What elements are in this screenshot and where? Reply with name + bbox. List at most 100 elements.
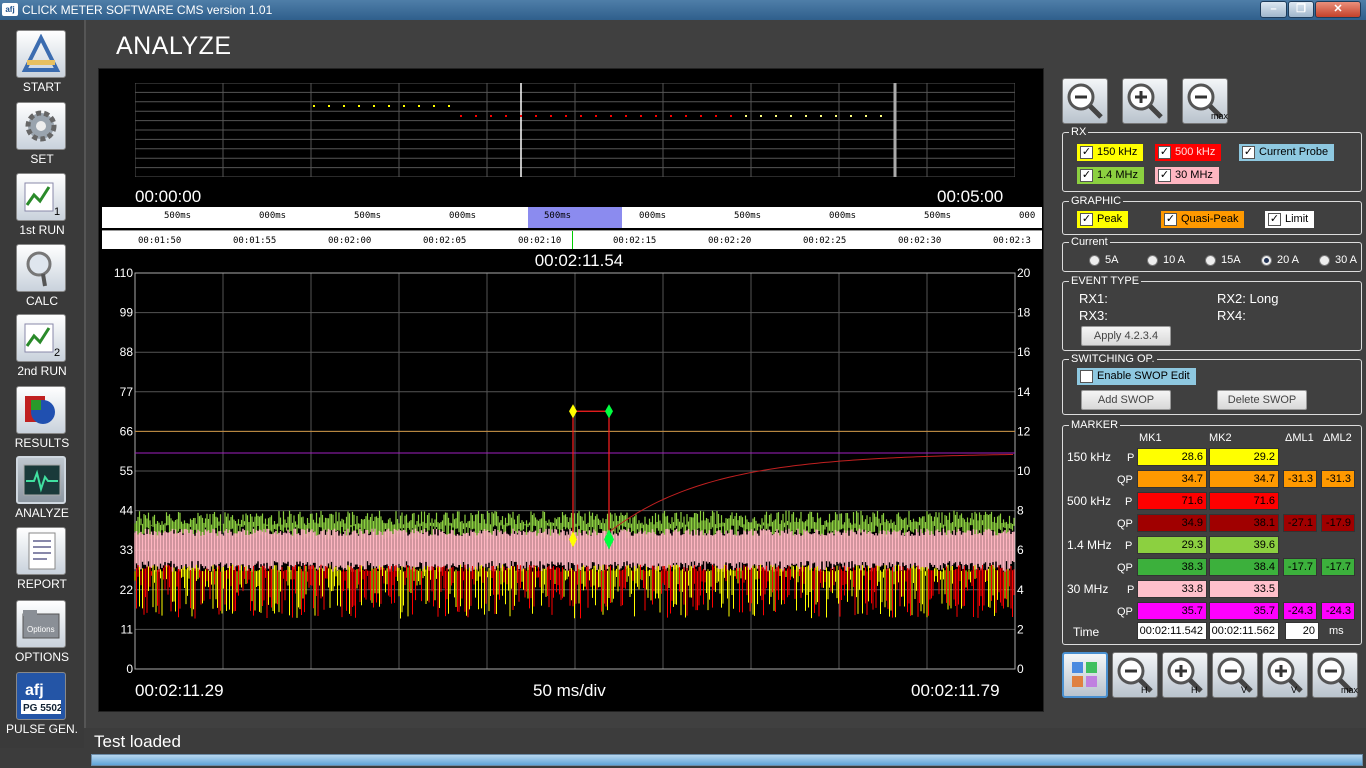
- palette-button[interactable]: [1062, 652, 1108, 698]
- marker-qp-mk2[interactable]: 35.7: [1209, 602, 1279, 620]
- overview-dot: [670, 115, 672, 117]
- marker-p-mk2[interactable]: 29.2: [1209, 448, 1279, 466]
- rx-1-4mhz-checkbox[interactable]: ✓ 1.4 MHz: [1077, 167, 1144, 184]
- rx-150khz-checkbox[interactable]: ✓ 150 kHz: [1077, 144, 1144, 161]
- zoom-out-h-button[interactable]: H: [1112, 652, 1158, 698]
- zoom-in-h-button[interactable]: H: [1162, 652, 1208, 698]
- time-ruler-label: 00:02:15: [613, 236, 657, 246]
- graphic-group: GRAPHIC ✓ Peak ✓ Quasi-Peak ✓ Limit: [1062, 195, 1362, 235]
- nav-start[interactable]: START: [0, 20, 84, 94]
- nav-pulse-gen[interactable]: afj PG 5502 PULSE GEN.: [0, 662, 84, 736]
- marker-time-mk1[interactable]: 00:02:11.542: [1137, 622, 1207, 640]
- ms-ruler[interactable]: 500ms 000ms 500ms 000ms 500ms 000ms 500ms 000ms…: [102, 207, 1042, 228]
- zoom-out-v-icon: [1217, 657, 1253, 693]
- marker-p-mk1[interactable]: 71.6: [1137, 492, 1207, 510]
- y-right-tick-label: 8: [1017, 504, 1024, 518]
- ms-ruler-label: 500ms: [354, 211, 382, 221]
- marker-p-mk1[interactable]: 28.6: [1137, 448, 1207, 466]
- marker-qp-mk1[interactable]: 35.7: [1137, 602, 1207, 620]
- nav-1st-run[interactable]: 1 1st RUN: [0, 163, 84, 237]
- zoom-out-v-button[interactable]: V: [1212, 652, 1258, 698]
- svg-text:1: 1: [54, 206, 60, 217]
- zoom-in-button[interactable]: [1122, 78, 1168, 124]
- marker-qp-mk1[interactable]: 38.3: [1137, 558, 1207, 576]
- nav-calc[interactable]: CALC: [0, 234, 84, 308]
- marker-p-mk1[interactable]: 29.3: [1137, 536, 1207, 554]
- marker-time-delta[interactable]: 20: [1285, 622, 1319, 640]
- marker-qp-delta1[interactable]: -27.1: [1283, 514, 1317, 532]
- ms-ruler-label: 500ms: [924, 211, 952, 221]
- rx-current-probe-checkbox[interactable]: ✓ Current Probe: [1239, 144, 1335, 161]
- marker-time-mk2[interactable]: 00:02:11.562: [1209, 622, 1279, 640]
- zoom-max-button-bottom[interactable]: max: [1312, 652, 1358, 698]
- marker-p-mk2[interactable]: 71.6: [1209, 492, 1279, 510]
- marker-qp-delta2[interactable]: -24.3: [1321, 602, 1355, 620]
- enable-swop-checkbox[interactable]: Enable SWOP Edit: [1077, 368, 1196, 385]
- gear-icon: [16, 102, 66, 150]
- marker-qp-mk2[interactable]: 34.7: [1209, 470, 1279, 488]
- zoom-in-icon: [1127, 83, 1163, 119]
- delete-swop-button[interactable]: Delete SWOP: [1217, 390, 1307, 410]
- marker-p-mk1[interactable]: 33.8: [1137, 580, 1207, 598]
- chart-run-icon: 2: [16, 314, 66, 362]
- current-20a-radio[interactable]: 20 A: [1261, 252, 1299, 268]
- time-ruler-label: 00:02:3: [993, 236, 1031, 246]
- zoom-max-button[interactable]: max: [1182, 78, 1228, 124]
- marker-qp-delta1[interactable]: -17.7: [1283, 558, 1317, 576]
- zoom-out-button[interactable]: [1062, 78, 1108, 124]
- marker-qp-mk2[interactable]: 38.4: [1209, 558, 1279, 576]
- nav-2nd-run[interactable]: 2 2nd RUN: [0, 304, 84, 378]
- marker-qp-delta2[interactable]: -31.3: [1321, 470, 1355, 488]
- main-plot[interactable]: 0 11 22 33 44 55 66 77 88 99 110 0 2 4 6 8 10 12 14 16 18 20: [99, 267, 1045, 687]
- marker-qp-delta2[interactable]: -17.9: [1321, 514, 1355, 532]
- nav-analyze[interactable]: ANALYZE: [0, 446, 84, 520]
- results-icon: [16, 386, 66, 434]
- graphic-quasi-peak-checkbox[interactable]: ✓ Quasi-Peak: [1161, 211, 1245, 228]
- current-5a-radio[interactable]: 5A: [1089, 252, 1118, 268]
- ruler-selection[interactable]: [528, 207, 622, 228]
- overview-dot: [418, 105, 420, 107]
- graphic-limit-checkbox[interactable]: ✓ Limit: [1265, 211, 1315, 228]
- overview-dot: [433, 105, 435, 107]
- overview-dot: [403, 105, 405, 107]
- close-button[interactable]: ✕: [1315, 1, 1361, 18]
- overview-dot: [388, 105, 390, 107]
- event-rx2: RX2: Long: [1217, 291, 1279, 306]
- marker-qp-delta2[interactable]: -17.7: [1321, 558, 1355, 576]
- minimize-button[interactable]: –: [1260, 1, 1287, 18]
- rx-30mhz-checkbox[interactable]: ✓ 30 MHz: [1155, 167, 1219, 184]
- overview-end-time: 00:05:00: [937, 187, 1004, 206]
- nav-results[interactable]: RESULTS: [0, 376, 84, 450]
- overview-dot: [655, 115, 657, 117]
- marker-qp-delta1[interactable]: -24.3: [1283, 602, 1317, 620]
- oscilloscope-icon: [16, 456, 66, 504]
- nav-options[interactable]: Options OPTIONS: [0, 590, 84, 664]
- nav-report[interactable]: REPORT: [0, 517, 84, 591]
- marker-band-label: 500 kHz: [1067, 494, 1112, 508]
- current-10a-radio[interactable]: 10 A: [1147, 252, 1185, 268]
- y-left-tick-label: 0: [126, 662, 133, 676]
- rx-500khz-checkbox[interactable]: ✓ 500 kHz: [1155, 144, 1222, 161]
- add-swop-button[interactable]: Add SWOP: [1081, 390, 1171, 410]
- time-ruler[interactable]: 00:01:50 00:01:55 00:02:00 00:02:05 00:02:10…: [102, 230, 1042, 249]
- maximize-button[interactable]: ❐: [1288, 1, 1314, 18]
- marker-qp-mk1[interactable]: 34.7: [1137, 470, 1207, 488]
- nav-set[interactable]: SET: [0, 92, 84, 166]
- y-left-tick-label: 33: [120, 543, 134, 557]
- marker-p-mk2[interactable]: 33.5: [1209, 580, 1279, 598]
- apply-event-button[interactable]: Apply 4.2.3.4: [1081, 326, 1171, 346]
- chart-frame: 00:00:00 00:05:00 500ms 000ms 500ms 000ms 50…: [98, 68, 1044, 712]
- plot-end-time: 00:02:11.79: [911, 681, 1000, 700]
- marker-qp-mk1[interactable]: 34.9: [1137, 514, 1207, 532]
- overview-chart[interactable]: [135, 83, 1015, 177]
- marker-p-mk2[interactable]: 39.6: [1209, 536, 1279, 554]
- y-right-tick-label: 12: [1017, 424, 1031, 438]
- marker-qp-delta1[interactable]: -31.3: [1283, 470, 1317, 488]
- event-rx1: RX1:: [1079, 291, 1108, 306]
- overview-dot: [760, 115, 762, 117]
- current-15a-radio[interactable]: 15A: [1205, 252, 1241, 268]
- graphic-peak-checkbox[interactable]: ✓ Peak: [1077, 211, 1129, 228]
- current-30a-radio[interactable]: 30 A: [1319, 252, 1357, 268]
- zoom-in-v-button[interactable]: V: [1262, 652, 1308, 698]
- marker-qp-mk2[interactable]: 38.1: [1209, 514, 1279, 532]
